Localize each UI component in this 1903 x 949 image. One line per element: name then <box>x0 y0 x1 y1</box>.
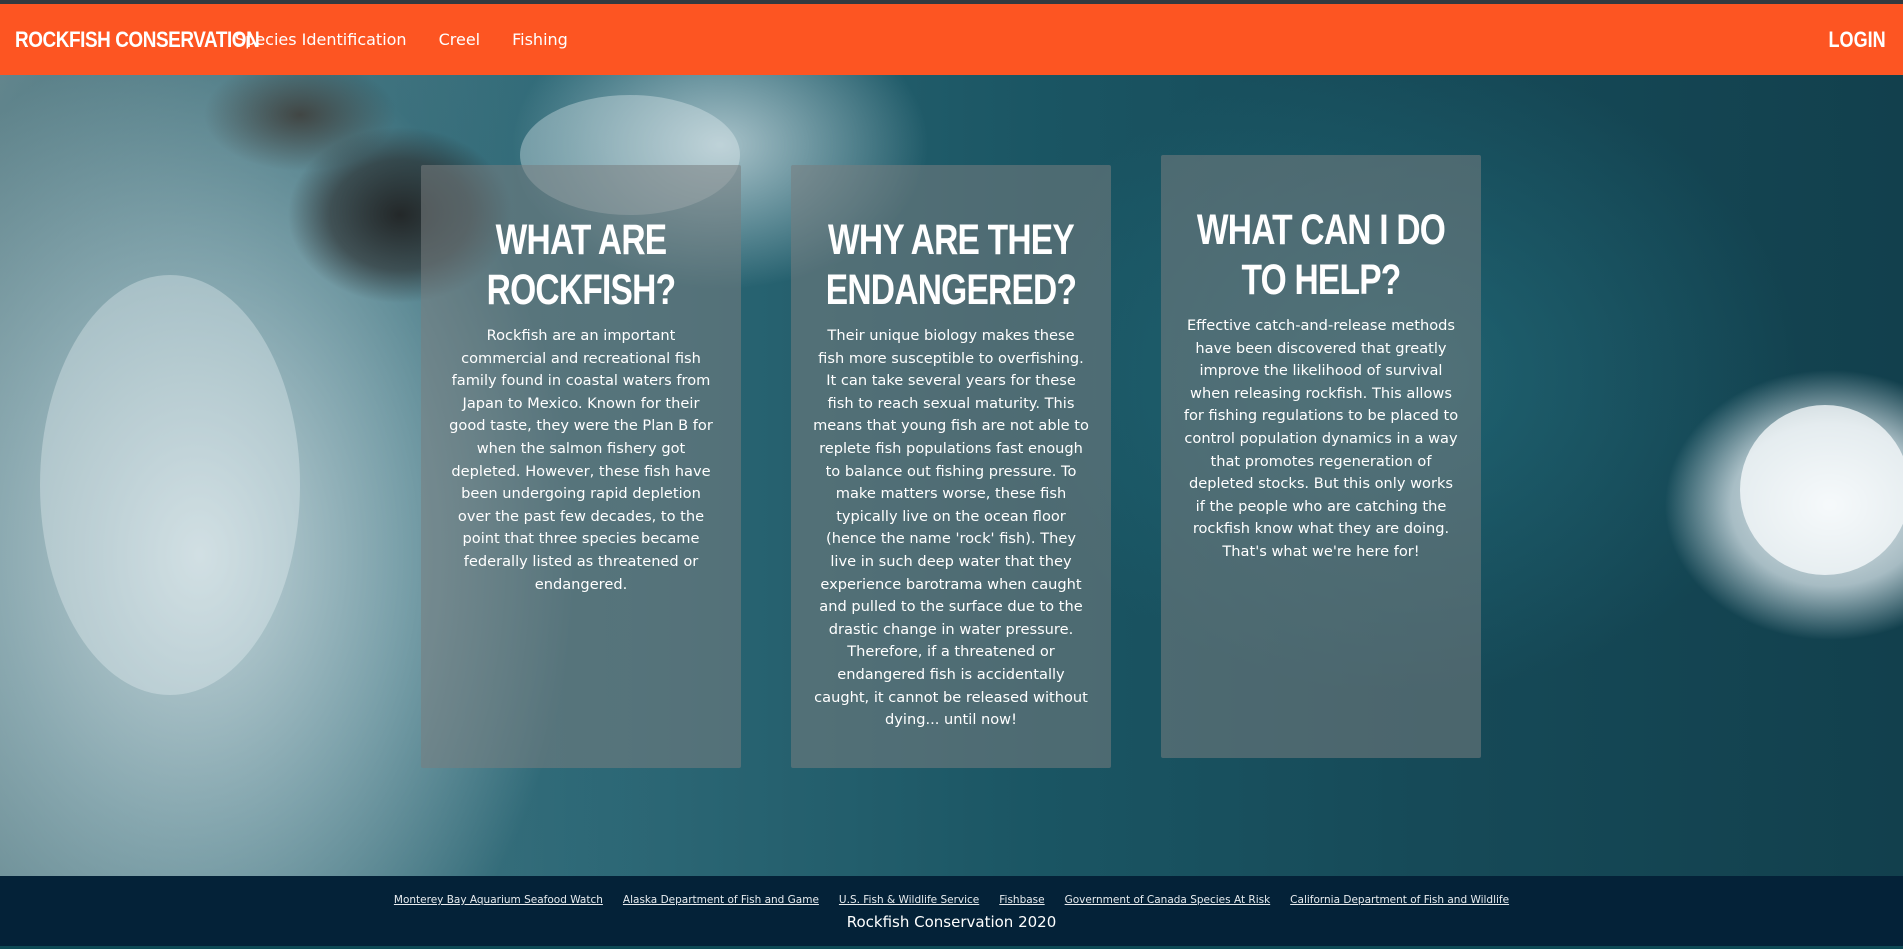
hero-ocean-background: WHAT ARE ROCKFISH? Rockfish are an impor… <box>0 75 1903 876</box>
card-body: Rockfish are an important commercial and… <box>449 327 713 593</box>
footer-link-usfws[interactable]: U.S. Fish & Wildlife Service <box>839 894 979 906</box>
card-title: WHAT CAN I DO TO HELP? <box>1196 206 1446 304</box>
nav-link-species-identification[interactable]: Species Identification <box>235 30 407 49</box>
nav-link-creel[interactable]: Creel <box>439 30 481 49</box>
footer-link-canada-species-at-risk[interactable]: Government of Canada Species At Risk <box>1065 894 1271 906</box>
nav-link-fishing[interactable]: Fishing <box>512 30 568 49</box>
footer-link-seafood-watch[interactable]: Monterey Bay Aquarium Seafood Watch <box>394 894 603 906</box>
card-body: Effective catch-and-release methods have… <box>1183 317 1459 560</box>
card-title: WHY ARE THEY ENDANGERED? <box>825 216 1077 314</box>
footer-link-alaska-fish-game[interactable]: Alaska Department of Fish and Game <box>623 894 819 906</box>
info-card-why-endangered: WHY ARE THEY ENDANGERED? Their unique bi… <box>791 165 1111 768</box>
copyright-text: Rockfish Conservation 2020 <box>846 913 1057 931</box>
surf-foam <box>40 275 300 695</box>
footer-links: Monterey Bay Aquarium Seafood Watch Alas… <box>0 894 1903 906</box>
brand-logo[interactable]: ROCKFISH CONSERVATION <box>15 27 260 53</box>
info-card-how-to-help: WHAT CAN I DO TO HELP? Effective catch-a… <box>1161 155 1481 758</box>
navbar: ROCKFISH CONSERVATION Species Identifica… <box>0 4 1903 75</box>
surf-foam <box>1740 405 1903 575</box>
card-title: WHAT ARE ROCKFISH? <box>486 216 676 314</box>
footer: Monterey Bay Aquarium Seafood Watch Alas… <box>0 876 1903 949</box>
footer-link-california-fish-wildlife[interactable]: California Department of Fish and Wildli… <box>1290 894 1509 906</box>
nav-links: Species Identification Creel Fishing <box>235 30 600 49</box>
footer-link-fishbase[interactable]: Fishbase <box>999 894 1044 906</box>
card-body: Their unique biology makes these fish mo… <box>813 327 1089 729</box>
login-link[interactable]: LOGIN <box>1829 27 1886 53</box>
info-card-what-are-rockfish: WHAT ARE ROCKFISH? Rockfish are an impor… <box>421 165 741 768</box>
